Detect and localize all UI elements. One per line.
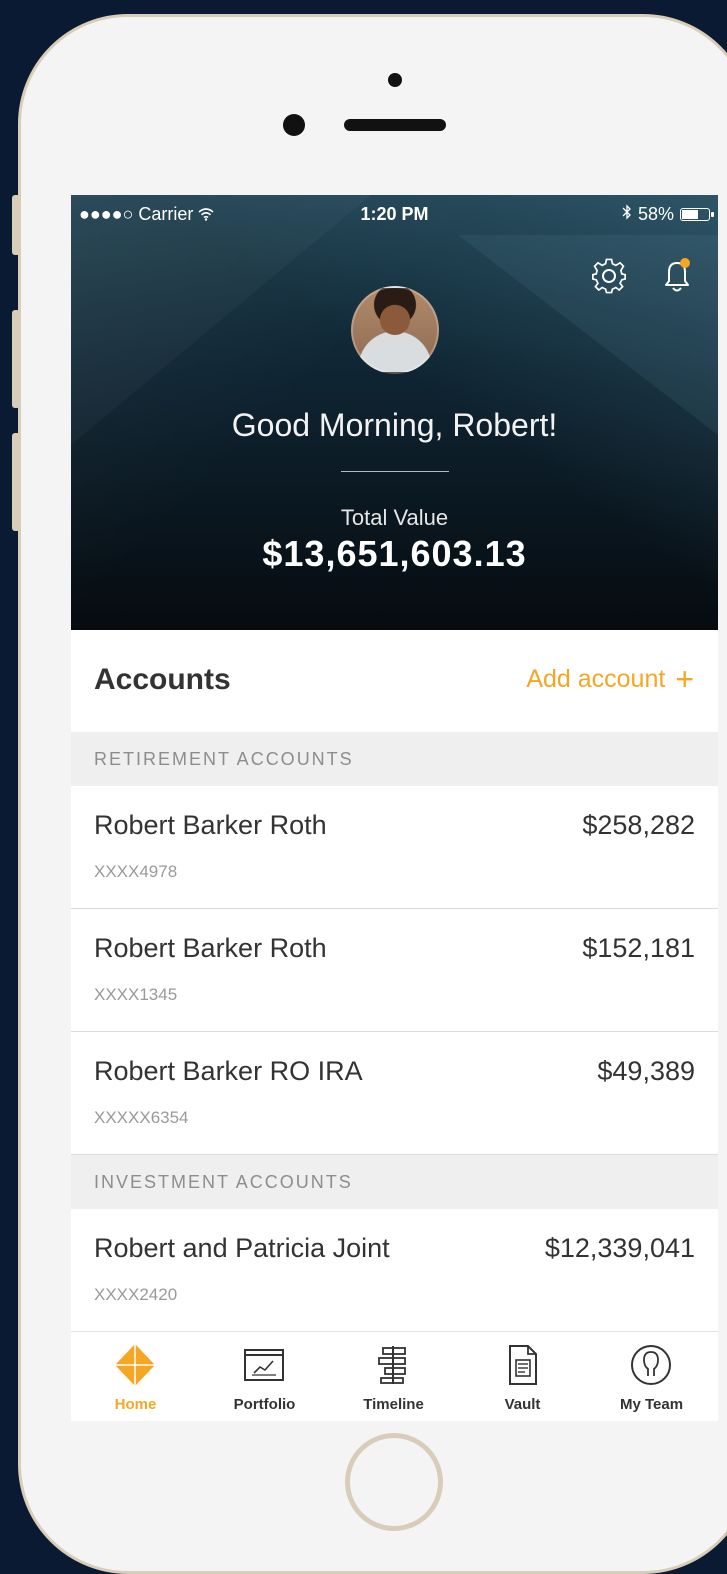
- account-amount: $258,282: [582, 810, 695, 840]
- account-row[interactable]: Robert and Patricia Joint $12,339,041 XX…: [71, 1209, 718, 1332]
- account-number: XXXX1345: [94, 985, 178, 1004]
- accounts-header: Accounts Add account +: [71, 630, 718, 733]
- add-account-button[interactable]: Add account +: [526, 661, 694, 697]
- tab-portfolio[interactable]: Portfolio: [200, 1332, 329, 1421]
- portfolio-chart-icon: [242, 1342, 286, 1388]
- gear-icon[interactable]: [586, 253, 632, 299]
- status-bar: ●●●●○ Carrier 1:20 PM 58%: [71, 195, 718, 233]
- divider: [341, 471, 449, 472]
- account-number: XXXXX6354: [94, 1108, 189, 1127]
- account-name: Robert Barker Roth: [94, 933, 327, 963]
- plus-icon: +: [675, 661, 694, 697]
- volume-down-button: [12, 433, 20, 531]
- bluetooth-icon: [622, 204, 632, 225]
- mute-switch: [12, 195, 20, 255]
- battery-icon: [680, 208, 714, 221]
- account-row[interactable]: Robert Barker Roth $152,181 XXXX1345: [71, 909, 718, 1032]
- home-button[interactable]: [345, 1433, 443, 1531]
- account-name: Robert Barker Roth: [94, 810, 327, 840]
- add-account-label: Add account: [526, 665, 666, 693]
- account-number: XXXX2420: [94, 1285, 178, 1304]
- tab-my-team[interactable]: My Team: [587, 1332, 716, 1421]
- battery-percent: 58%: [637, 204, 674, 224]
- account-amount: $49,389: [597, 1056, 695, 1086]
- team-person-icon: [629, 1342, 673, 1388]
- tab-bar: Home Portfolio Timeline Vault My Team: [71, 1331, 718, 1421]
- front-camera: [388, 73, 402, 87]
- home-diamond-icon: [113, 1342, 157, 1388]
- accounts-title: Accounts: [94, 663, 231, 696]
- timeline-icon: [371, 1342, 415, 1388]
- hero-header: ●●●●○ Carrier 1:20 PM 58% Good Morning, …: [71, 195, 718, 630]
- bell-icon[interactable]: [654, 253, 700, 299]
- volume-up-button: [12, 310, 20, 408]
- avatar[interactable]: [351, 286, 439, 374]
- account-amount: $152,181: [582, 933, 695, 963]
- account-row[interactable]: Robert Barker Roth $258,282 XXXX4978: [71, 786, 718, 909]
- earpiece-speaker: [344, 119, 446, 131]
- status-time: 1:20 PM: [360, 204, 429, 224]
- tab-vault[interactable]: Vault: [458, 1332, 587, 1421]
- section-header-investment: INVESTMENT ACCOUNTS: [71, 1155, 718, 1209]
- total-value-amount: $13,651,603.13: [262, 533, 527, 574]
- proximity-sensor: [283, 114, 305, 136]
- account-name: Robert and Patricia Joint: [94, 1233, 390, 1263]
- vault-document-icon: [500, 1342, 544, 1388]
- account-amount: $12,339,041: [544, 1233, 695, 1263]
- account-name: Robert Barker RO IRA: [94, 1056, 363, 1086]
- account-row[interactable]: Robert Barker RO IRA $49,389 XXXXX6354: [71, 1032, 718, 1155]
- tab-home[interactable]: Home: [71, 1332, 200, 1421]
- total-value-label: Total Value: [340, 505, 449, 530]
- account-number: XXXX4978: [94, 862, 178, 881]
- tab-timeline[interactable]: Timeline: [329, 1332, 458, 1421]
- phone-frame: ●●●●○ Carrier 1:20 PM 58% Good Morning, …: [18, 14, 727, 1574]
- section-header-retirement: RETIREMENT ACCOUNTS: [71, 732, 718, 786]
- app-screen: ●●●●○ Carrier 1:20 PM 58% Good Morning, …: [71, 195, 718, 1421]
- greeting-text: Good Morning, Robert!: [231, 407, 558, 443]
